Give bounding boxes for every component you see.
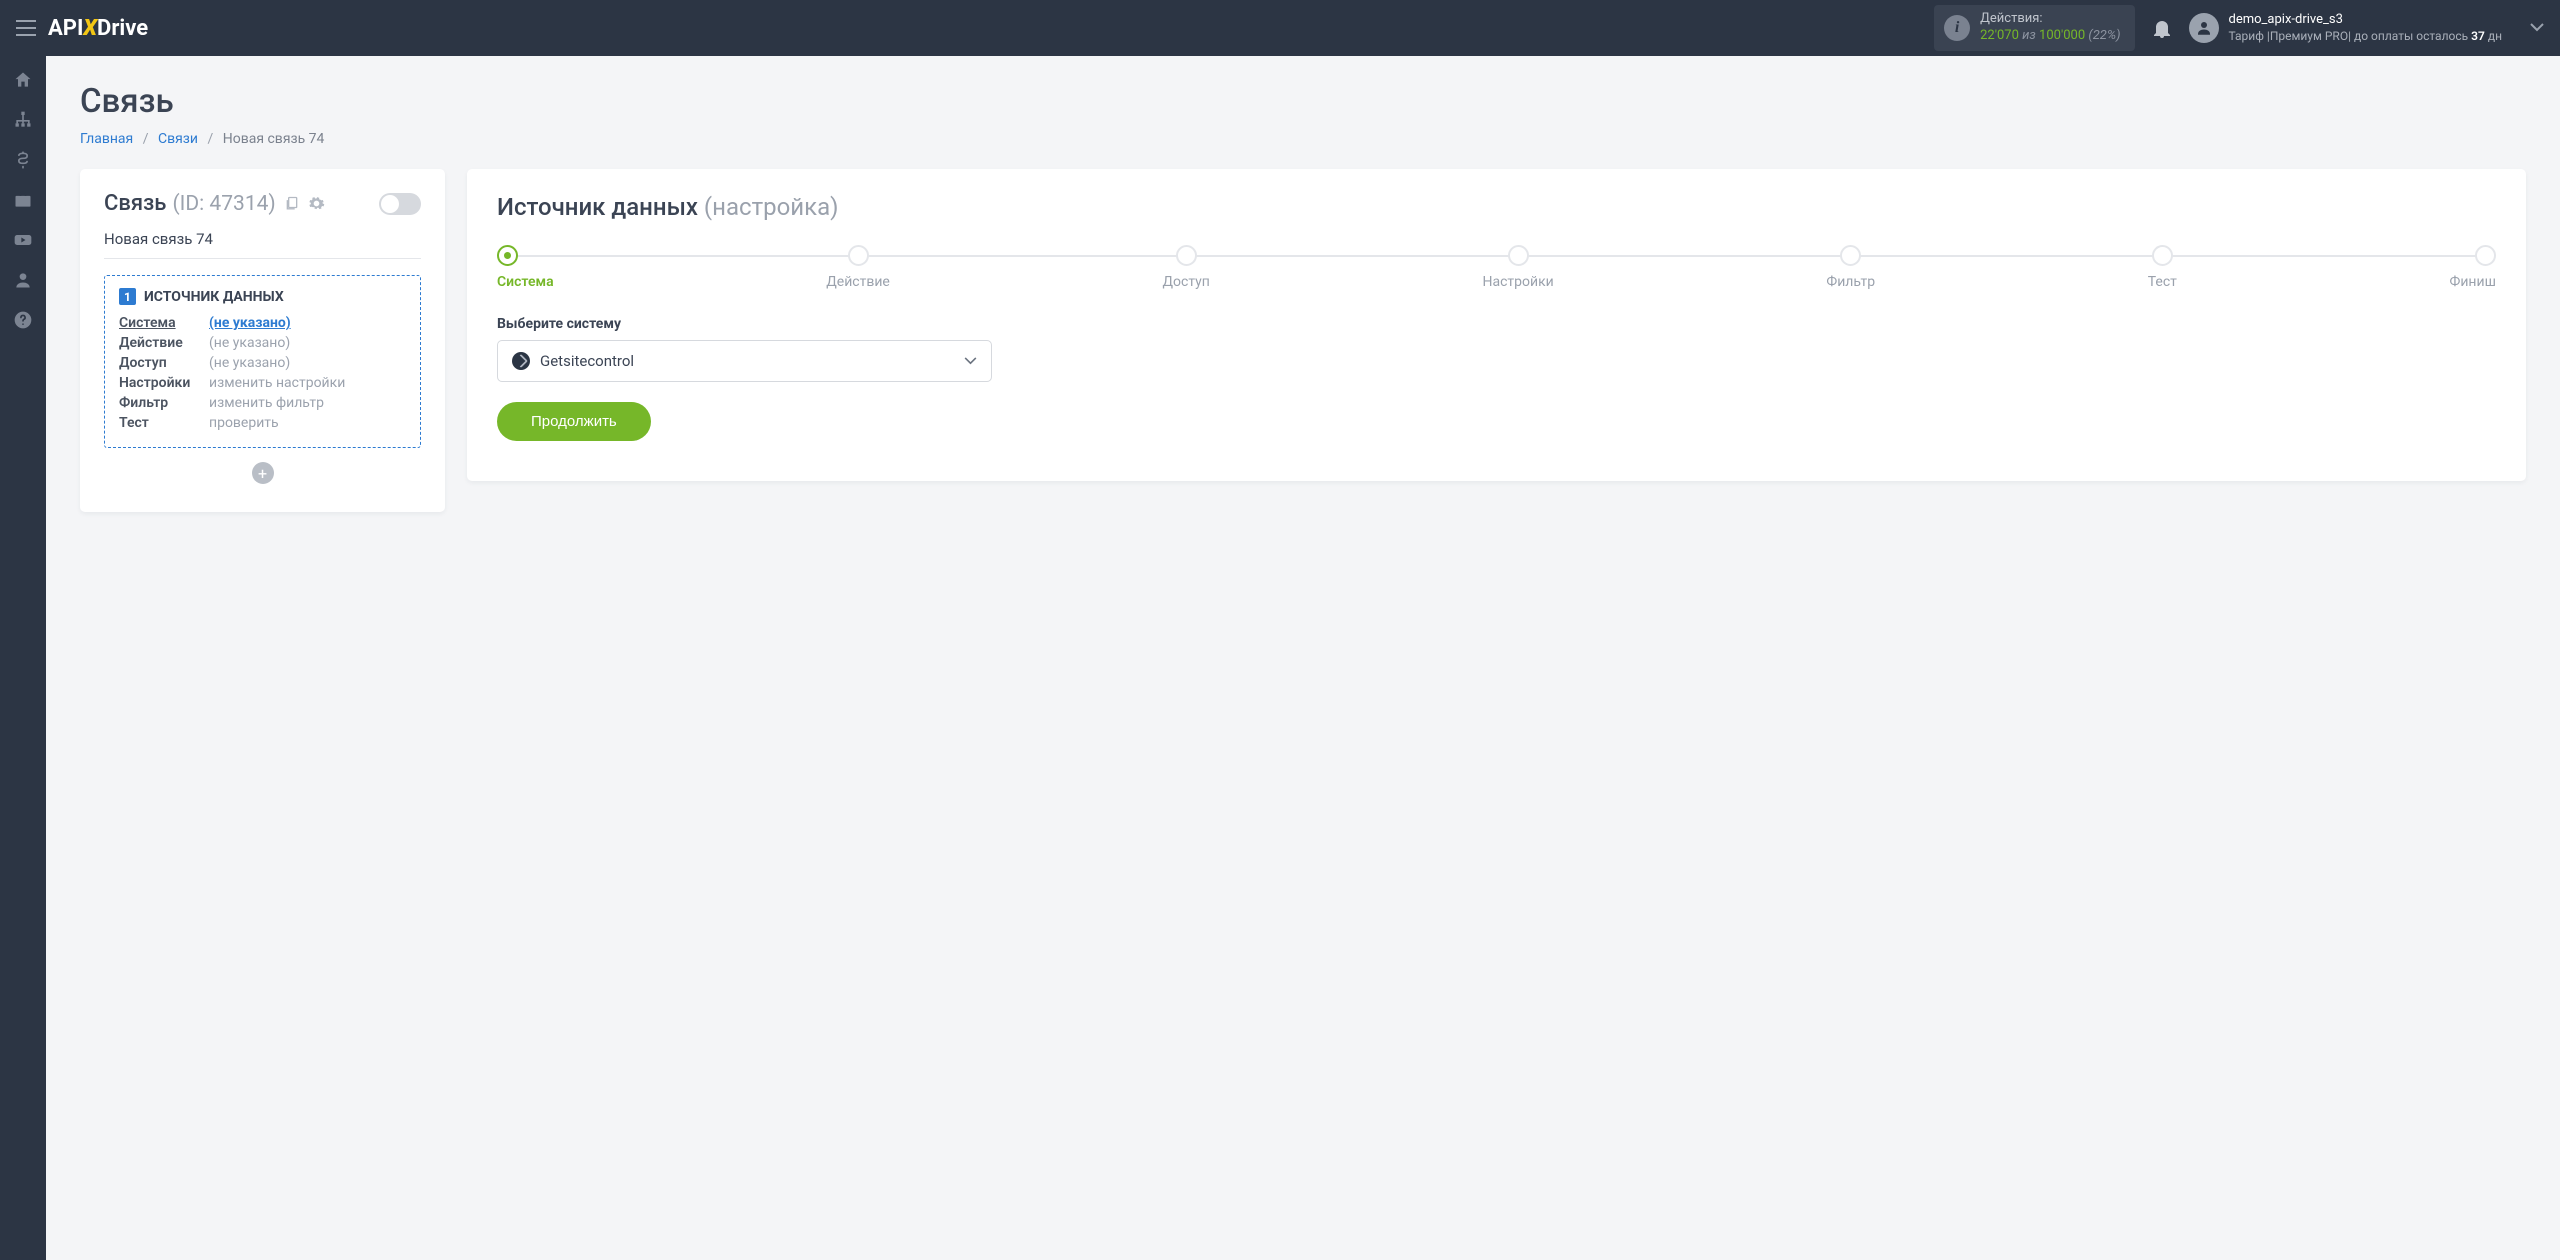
step-action[interactable]: Действие xyxy=(826,245,890,290)
source-block: 1 ИСТОЧНИК ДАННЫХ Система (не указано) Д… xyxy=(104,275,421,448)
step-test[interactable]: Тест xyxy=(2148,245,2177,290)
bell-icon[interactable] xyxy=(2153,18,2171,38)
account-name: demo_apix-drive_s3 xyxy=(2229,12,2502,29)
page-title: Связь xyxy=(80,82,2526,121)
system-logo-icon xyxy=(512,352,530,370)
home-icon[interactable] xyxy=(13,70,33,90)
stepper: Система Действие Доступ Настройки Фильтр… xyxy=(497,245,2496,290)
system-select-label: Выберите систему xyxy=(497,316,2496,332)
row-test-value[interactable]: проверить xyxy=(209,415,406,431)
system-select[interactable]: Getsitecontrol xyxy=(497,340,992,382)
row-filter-label[interactable]: Фильтр xyxy=(119,395,209,411)
row-access-value: (не указано) xyxy=(209,355,406,371)
step-finish[interactable]: Финиш xyxy=(2450,245,2496,290)
video-icon[interactable] xyxy=(13,230,33,250)
row-settings-label[interactable]: Настройки xyxy=(119,375,209,391)
step-system[interactable]: Система xyxy=(497,245,554,290)
info-icon: i xyxy=(1944,15,1970,41)
avatar-icon xyxy=(2189,13,2219,43)
actions-total: 100'000 xyxy=(2039,28,2085,43)
connection-name: Новая связь 74 xyxy=(104,230,421,259)
hamburger-icon[interactable] xyxy=(16,20,36,36)
actions-text: Действия: 22'070 из 100'000 (22%) xyxy=(1980,11,2120,45)
breadcrumb: Главная / Связи / Новая связь 74 xyxy=(80,131,2526,147)
row-action-label[interactable]: Действие xyxy=(119,335,209,351)
row-system-label[interactable]: Система xyxy=(119,315,209,331)
chevron-down-icon xyxy=(964,357,977,365)
row-settings-value[interactable]: изменить настройки xyxy=(209,375,406,391)
source-setup-card: Источник данных (настройка) Система Дейс… xyxy=(467,169,2526,481)
actions-indicator[interactable]: i Действия: 22'070 из 100'000 (22%) xyxy=(1934,5,2134,51)
actions-label: Действия: xyxy=(1980,11,2120,28)
top-bar: APIXDrive i Действия: 22'070 из 100'000 … xyxy=(0,0,2560,56)
enable-toggle[interactable] xyxy=(379,193,421,215)
logo[interactable]: APIXDrive xyxy=(48,16,148,41)
account-menu[interactable]: demo_apix-drive_s3 Тариф |Премиум PRO| д… xyxy=(2189,12,2544,44)
summary-id: (ID: 47314) xyxy=(172,192,275,216)
row-action-value: (не указано) xyxy=(209,335,406,351)
logo-text-post: Drive xyxy=(97,16,148,41)
row-system-value[interactable]: (не указано) xyxy=(209,315,406,331)
gear-icon[interactable] xyxy=(308,195,325,212)
system-selected: Getsitecontrol xyxy=(540,352,634,370)
chevron-down-icon xyxy=(2530,23,2544,32)
briefcase-icon[interactable] xyxy=(13,190,33,210)
row-test-label[interactable]: Тест xyxy=(119,415,209,431)
account-text: demo_apix-drive_s3 Тариф |Премиум PRO| д… xyxy=(2229,12,2502,44)
step-badge: 1 xyxy=(119,288,136,305)
crumb-links[interactable]: Связи xyxy=(158,131,198,147)
row-access-label[interactable]: Доступ xyxy=(119,355,209,371)
connection-summary-card: Связь (ID: 47314) Новая связь 74 1 ИСТОЧ… xyxy=(80,169,445,512)
summary-title: Связь xyxy=(104,191,166,216)
step-access[interactable]: Доступ xyxy=(1163,245,1210,290)
source-block-title: ИСТОЧНИК ДАННЫХ xyxy=(144,289,284,305)
logo-x: X xyxy=(83,16,97,41)
crumb-home[interactable]: Главная xyxy=(80,131,133,147)
help-icon[interactable] xyxy=(13,310,33,330)
setup-title: Источник данных (настройка) xyxy=(497,193,2496,221)
add-block-button[interactable]: + xyxy=(252,462,274,484)
continue-button[interactable]: Продолжить xyxy=(497,402,651,441)
left-nav xyxy=(0,56,46,1260)
step-settings[interactable]: Настройки xyxy=(1483,245,1554,290)
row-filter-value[interactable]: изменить фильтр xyxy=(209,395,406,411)
step-filter[interactable]: Фильтр xyxy=(1826,245,1875,290)
crumb-current: Новая связь 74 xyxy=(223,131,325,147)
connections-icon[interactable] xyxy=(13,110,33,130)
user-icon[interactable] xyxy=(13,270,33,290)
logo-text-pre: API xyxy=(48,16,83,41)
billing-icon[interactable] xyxy=(13,150,33,170)
copy-icon[interactable] xyxy=(284,195,300,212)
actions-used: 22'070 xyxy=(1980,28,2019,43)
